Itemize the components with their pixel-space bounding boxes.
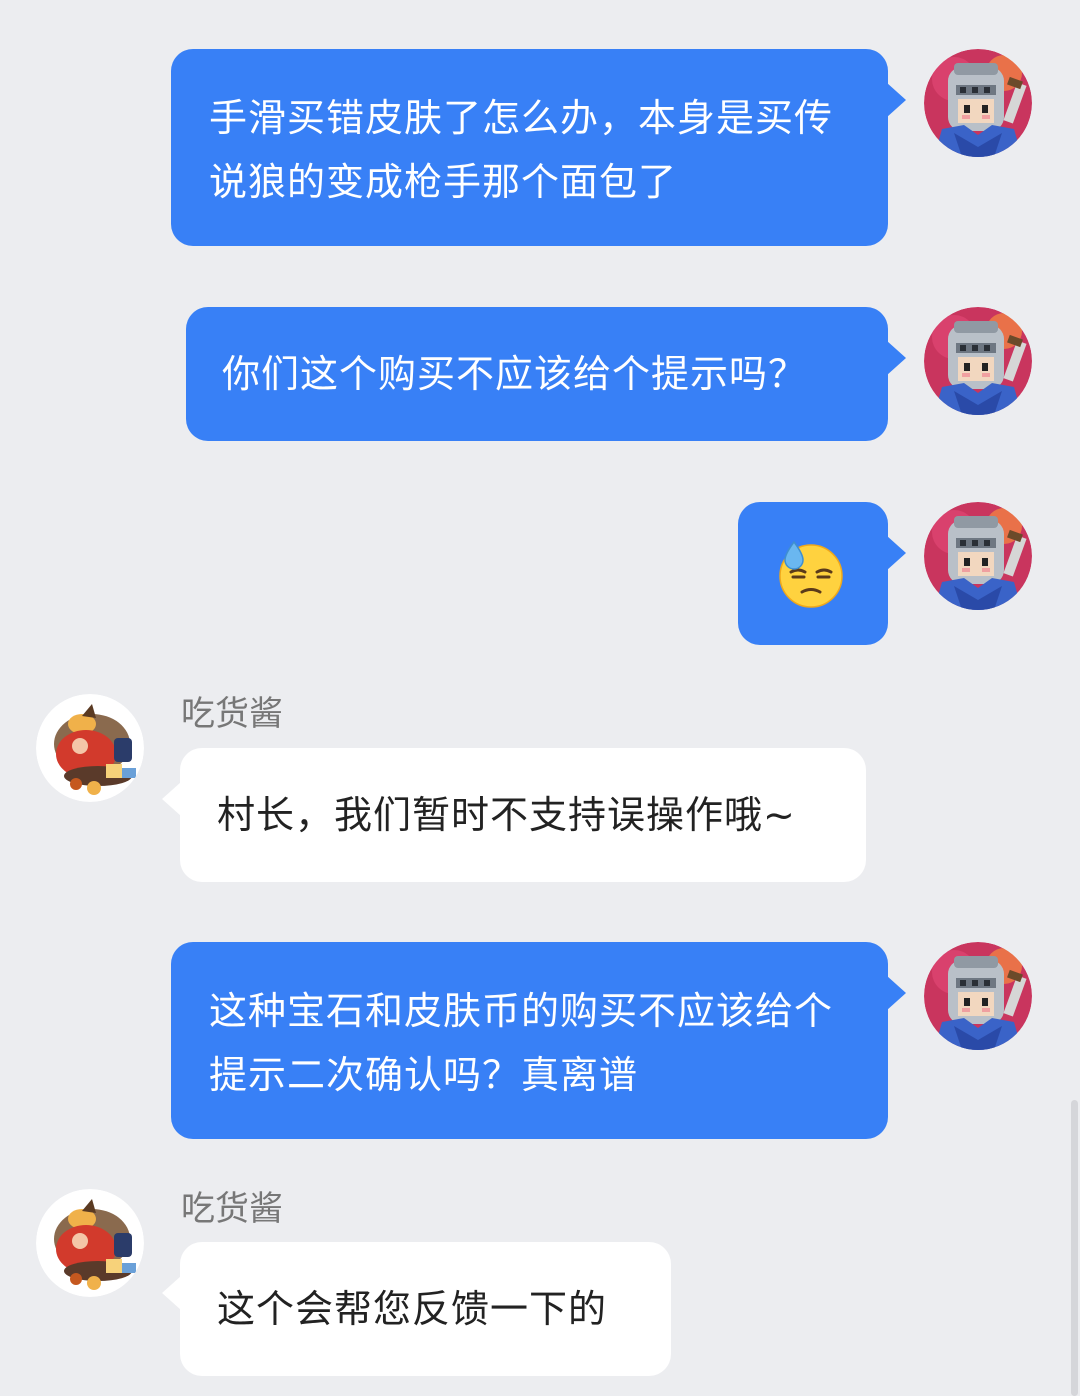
- message-bubble-outgoing[interactable]: 这种宝石和皮肤币的购买不应该给个提示二次确认吗？真离谱: [171, 942, 906, 1139]
- message-text: 村长，我们暂时不支持误操作哦~: [217, 793, 796, 837]
- message-text: 你们这个购买不应该给个提示吗？: [222, 352, 808, 396]
- sender-name: 吃货酱: [181, 1189, 283, 1229]
- scrollbar[interactable]: [1071, 1100, 1078, 1396]
- message-text: 这个会帮您反馈一下的: [217, 1287, 608, 1331]
- sender-name: 吃货酱: [181, 694, 283, 734]
- my-avatar-icon[interactable]: [924, 307, 1032, 415]
- message-bubble-outgoing[interactable]: 你们这个购买不应该给个提示吗？: [186, 307, 906, 441]
- my-avatar-icon[interactable]: [924, 502, 1032, 610]
- message-text: 这种宝石和皮肤币的购买不应该给个提示二次确认吗？真离谱: [209, 989, 834, 1097]
- downcast-face-with-sweat-icon: [779, 540, 843, 608]
- message-bubble-outgoing[interactable]: 手滑买错皮肤了怎么办，本身是买传说狼的变成枪手那个面包了: [171, 49, 906, 246]
- message-bubble-outgoing[interactable]: [738, 502, 906, 645]
- message-bubble-incoming[interactable]: 村长，我们暂时不支持误操作哦~: [162, 748, 866, 882]
- my-avatar-icon[interactable]: [924, 49, 1032, 157]
- my-avatar-icon[interactable]: [924, 942, 1032, 1050]
- message-bubble-incoming[interactable]: 这个会帮您反馈一下的: [162, 1242, 671, 1376]
- message-text: 手滑买错皮肤了怎么办，本身是买传说狼的变成枪手那个面包了: [209, 96, 834, 204]
- their-avatar-icon[interactable]: [36, 694, 144, 802]
- their-avatar-icon[interactable]: [36, 1189, 144, 1297]
